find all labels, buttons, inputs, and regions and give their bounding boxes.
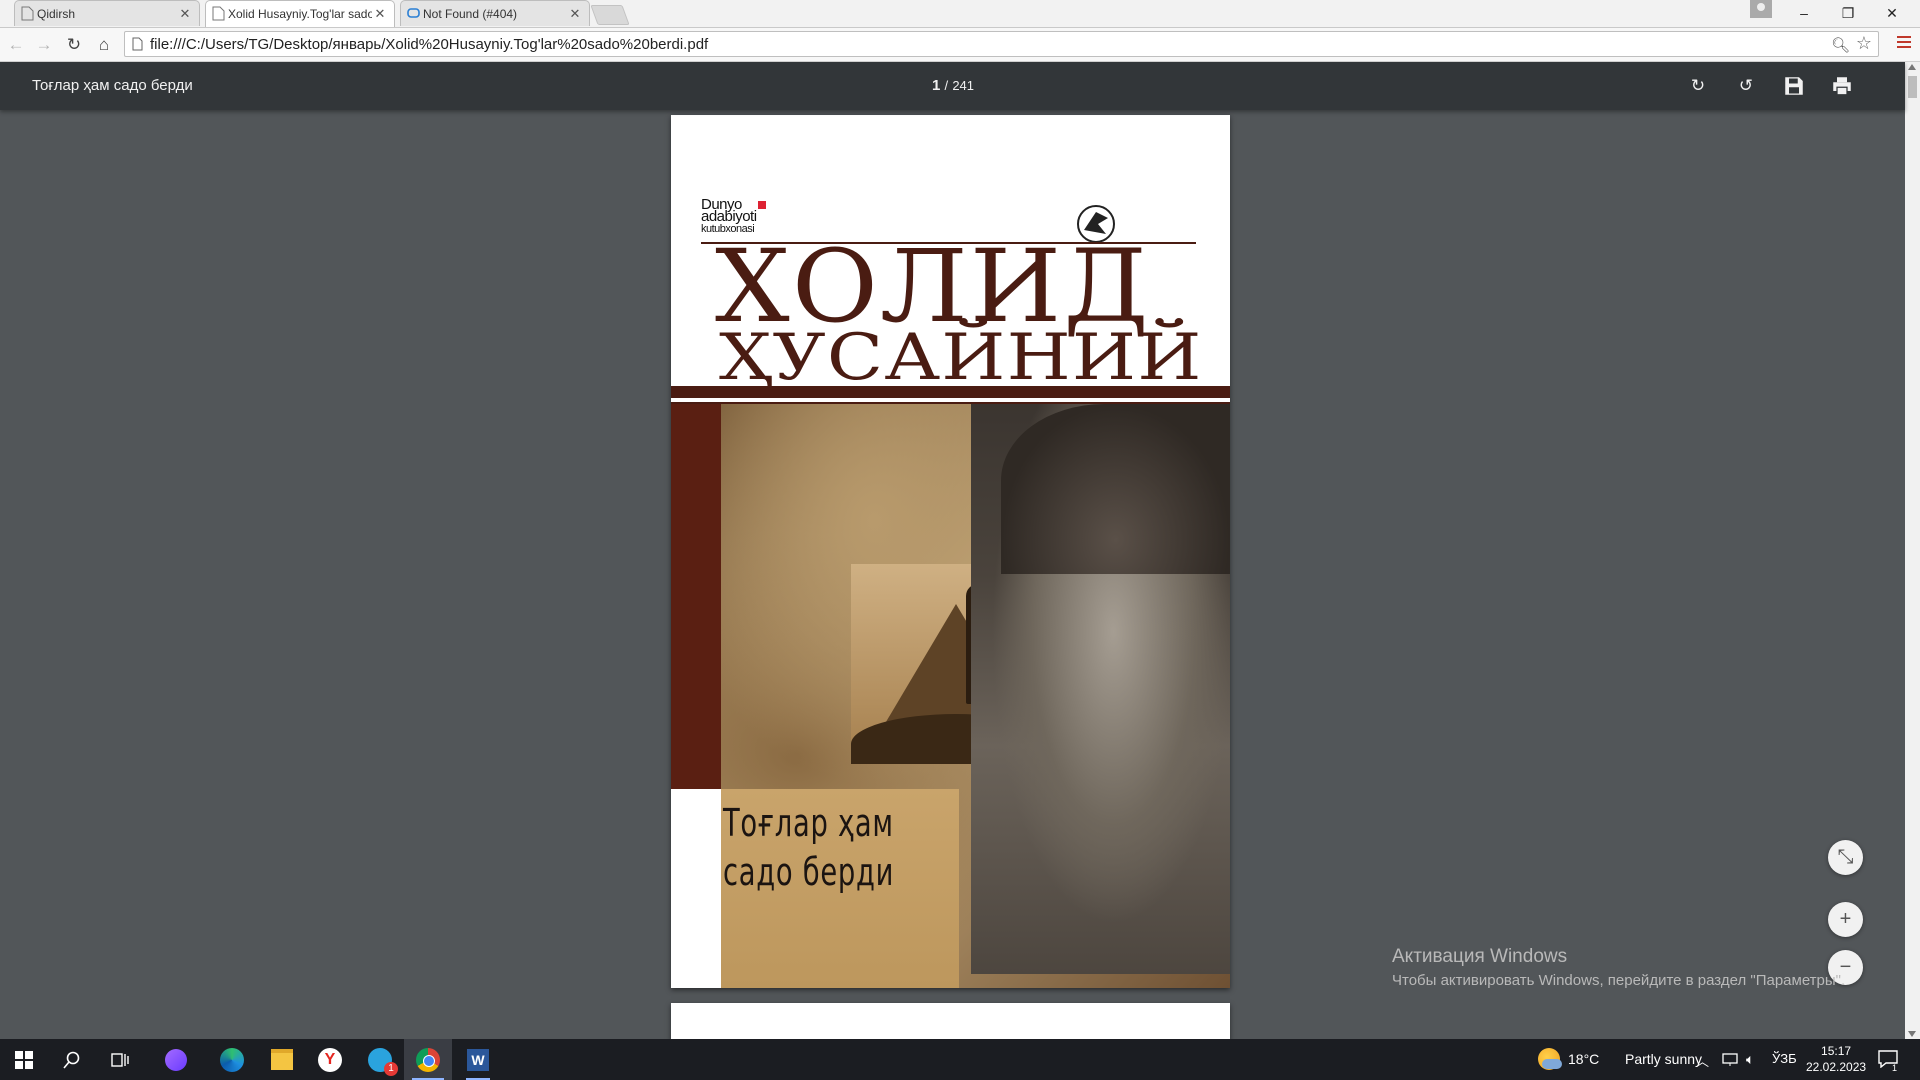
word-icon[interactable]: W xyxy=(454,1039,502,1080)
start-button[interactable] xyxy=(0,1039,48,1080)
edge-browser-icon[interactable] xyxy=(208,1039,256,1080)
task-view-icon[interactable] xyxy=(96,1039,144,1080)
book-title-line-1: Тоғлар ҳам xyxy=(723,801,894,845)
pdf-toolbar: Тоғлар ҳам садо берди 1 / 241 ↻ ↺ xyxy=(0,62,1905,110)
chrome-icon[interactable] xyxy=(404,1039,452,1080)
close-icon[interactable]: ✕ xyxy=(177,6,193,22)
weather-description[interactable]: Partly sunny xyxy=(1625,1051,1702,1067)
minimize-button[interactable]: – xyxy=(1782,0,1826,26)
restore-button[interactable]: ❐ xyxy=(1826,0,1870,26)
cover-strip xyxy=(671,404,721,789)
document-icon xyxy=(212,6,225,21)
system-clock[interactable]: 15:17 22.02.2023 xyxy=(1806,1043,1866,1075)
rotate-clockwise-icon[interactable]: ↻ xyxy=(1688,76,1708,96)
windows-logo-icon xyxy=(15,1050,33,1069)
search-icon[interactable] xyxy=(48,1039,96,1080)
tab-strip: Qidirsh ✕ Xolid Husayniy.Tog'lar sado ✕ … xyxy=(0,0,1920,28)
telegram-icon[interactable]: 1 xyxy=(356,1039,404,1080)
yandex-browser-icon[interactable]: Y xyxy=(306,1039,354,1080)
windows-activation-watermark: Активация Windows Чтобы активировать Win… xyxy=(1392,946,1845,989)
forward-arrow-icon[interactable]: → xyxy=(32,33,56,57)
profile-avatar-icon[interactable] xyxy=(1750,0,1772,18)
scroll-up-arrow-icon[interactable] xyxy=(1908,64,1916,70)
vertical-scrollbar[interactable] xyxy=(1905,62,1920,1039)
browser-toolbar: ← → ↻ ⌂ file:///C:/Users/TG/Desktop/янва… xyxy=(0,28,1920,62)
tab-title: Xolid Husayniy.Tog'lar sado xyxy=(228,7,372,21)
book-title-line-2: садо берди xyxy=(723,850,895,894)
new-tab-button[interactable] xyxy=(590,5,630,25)
page-separator: / xyxy=(944,78,949,93)
fit-to-page-button[interactable]: ⤡ xyxy=(1828,840,1863,875)
tab-not-found[interactable]: Not Found (#404) ✕ xyxy=(400,0,590,26)
reload-icon[interactable]: ↻ xyxy=(62,33,86,57)
total-pages: 241 xyxy=(952,78,975,93)
close-window-button[interactable]: ✕ xyxy=(1870,0,1914,26)
input-language[interactable]: ЎЗБ xyxy=(1772,1051,1797,1066)
pdf-page-2 xyxy=(671,1003,1230,1039)
tab-qidirsh[interactable]: Qidirsh ✕ xyxy=(14,0,200,26)
alice-assistant-icon[interactable] xyxy=(152,1039,200,1080)
tab-title: Qidirsh xyxy=(37,6,76,21)
rotate-counterclockwise-icon[interactable]: ↺ xyxy=(1736,76,1756,96)
telegram-badge: 1 xyxy=(384,1061,398,1076)
menu-icon[interactable] xyxy=(1897,36,1911,50)
show-hidden-icons-chevron-icon[interactable]: ︿ xyxy=(1696,1051,1709,1070)
url-text[interactable]: file:///C:/Users/TG/Desktop/январь/Xolid… xyxy=(150,36,708,53)
activation-message: Чтобы активировать Windows, перейдите в … xyxy=(1392,972,1846,989)
cover-artwork: Тоғлар ҳам садо берди xyxy=(671,404,1230,988)
page-indicator: 1 / 241 xyxy=(932,77,974,94)
clock-time: 15:17 xyxy=(1821,1044,1852,1058)
clock-date: 22.02.2023 xyxy=(1806,1060,1867,1074)
current-page-input[interactable]: 1 xyxy=(932,77,940,94)
boy-hat xyxy=(1001,404,1230,574)
bookmark-star-icon[interactable]: ☆ xyxy=(1856,33,1872,54)
document-icon xyxy=(21,6,34,21)
save-icon[interactable] xyxy=(1784,76,1804,96)
back-arrow-icon[interactable]: ← xyxy=(4,33,28,57)
page-icon xyxy=(132,37,143,51)
chat-bubble-icon xyxy=(407,8,420,18)
cover-band xyxy=(671,386,1230,398)
scrollbar-thumb[interactable] xyxy=(1908,76,1917,98)
pdf-viewer: Тоғлар ҳам садо берди 1 / 241 ↻ ↺ Dunyo … xyxy=(0,62,1920,1039)
weather-temperature[interactable]: 18°C xyxy=(1568,1051,1599,1067)
network-icon[interactable] xyxy=(1722,1053,1738,1067)
tab-pdf-document[interactable]: Xolid Husayniy.Tog'lar sado ✕ xyxy=(205,0,395,27)
close-icon[interactable]: ✕ xyxy=(372,6,388,22)
publisher-flag-mark xyxy=(758,201,766,209)
notification-count: 1 xyxy=(1892,1063,1898,1073)
document-title: Тоғлар ҳам садо берди xyxy=(32,77,193,94)
pdf-page-1: Dunyo adabiyoti kutubxonasi ХОЛИД ҲУСАЙН… xyxy=(671,115,1230,988)
scroll-down-arrow-icon[interactable] xyxy=(1908,1031,1916,1037)
zoom-icon[interactable]: 🔍︎ xyxy=(1831,36,1850,54)
print-icon[interactable] xyxy=(1832,76,1852,96)
activation-title: Активация Windows xyxy=(1392,946,1568,967)
volume-icon[interactable]: 🔈︎ xyxy=(1746,1051,1754,1068)
address-bar[interactable]: file:///C:/Users/TG/Desktop/январь/Xolid… xyxy=(124,31,1879,57)
author-last-name: ҲУСАЙНИЙ xyxy=(719,321,1203,395)
home-icon[interactable]: ⌂ xyxy=(92,33,116,57)
close-icon[interactable]: ✕ xyxy=(567,6,583,22)
zoom-in-button[interactable]: + xyxy=(1828,902,1863,937)
tab-title: Not Found (#404) xyxy=(423,6,518,21)
weather-icon[interactable] xyxy=(1538,1048,1562,1070)
windows-taskbar: Y 1 W 18°C Partly sunny ︿ 🔈︎ ЎЗБ 15:17 2… xyxy=(0,1039,1920,1080)
file-explorer-icon[interactable] xyxy=(258,1039,306,1080)
